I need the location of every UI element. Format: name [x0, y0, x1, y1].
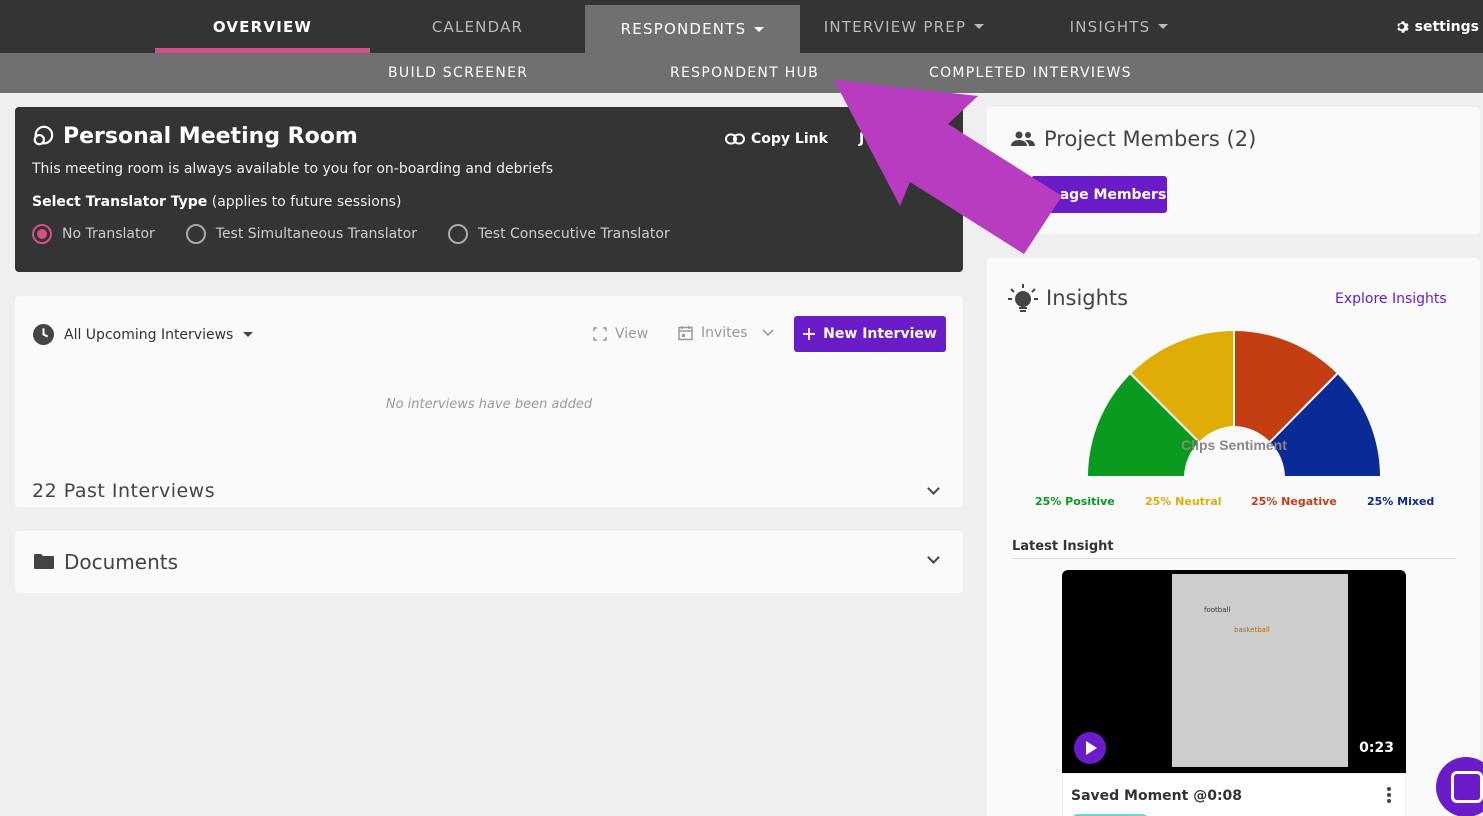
calendar-icon: [678, 326, 693, 341]
chevron-down-icon: [1158, 24, 1169, 29]
view-label: View: [615, 326, 649, 342]
explore-insights-link[interactable]: Explore Insights: [1335, 291, 1447, 307]
sub-nav: BUILD SCREENER RESPONDENT HUB COMPLETED …: [0, 53, 1483, 93]
gauge-label: Clips Sentiment: [1181, 437, 1287, 453]
subnav-completed-interviews[interactable]: COMPLETED INTERVIEWS: [929, 53, 1132, 93]
chevron-down-icon: [243, 332, 254, 337]
tab-respondents[interactable]: RESPONDENTS: [585, 5, 800, 53]
meeting-room-title: Personal Meeting Room: [63, 124, 358, 149]
meeting-room-card: Personal Meeting Room Copy Link J This m…: [15, 107, 963, 272]
people-icon: [1011, 131, 1035, 146]
manage-members-label: age Members: [1059, 186, 1167, 203]
translator-type-label: Select Translator Type (applies to futur…: [32, 194, 401, 210]
subnav-build-screener[interactable]: BUILD SCREENER: [388, 53, 528, 93]
play-icon[interactable]: [1074, 732, 1106, 764]
video-duration: 0:23: [1359, 740, 1394, 756]
lightbulb-icon: [1008, 284, 1038, 312]
saved-moment-card[interactable]: Saved Moment @0:08: [1062, 773, 1406, 816]
insight-video-player[interactable]: football basketball 0:23: [1062, 570, 1406, 773]
subnav-respondent-hub-label: RESPONDENT HUB: [670, 65, 820, 81]
radio-no-translator[interactable]: No Translator: [32, 224, 155, 244]
saved-moment-label: Saved Moment @0:08: [1071, 788, 1243, 804]
meeting-room-description: This meeting room is always available to…: [32, 161, 554, 177]
new-interview-label: New Interview: [823, 326, 937, 342]
translator-type-label-rest: (applies to future sessions): [207, 194, 402, 210]
video-word: basketball: [1234, 626, 1270, 634]
tab-overview-label: OVERVIEW: [212, 17, 313, 36]
tab-interview-prep[interactable]: INTERVIEW PREP: [800, 0, 1008, 53]
empty-interviews-message: No interviews have been added: [385, 397, 593, 412]
video-frame: football basketball: [1172, 574, 1348, 767]
documents-card[interactable]: Documents: [15, 531, 963, 593]
settings-button[interactable]: settings: [1396, 0, 1479, 53]
translator-type-label-bold: Select Translator Type: [32, 194, 208, 210]
radio-dot: [185, 224, 206, 244]
upcoming-filter-dropdown[interactable]: All Upcoming Interviews: [33, 324, 254, 345]
tab-respondents-label: RESPONDENTS: [620, 20, 747, 38]
chevron-down-icon: [762, 329, 774, 337]
radio-simultaneous-translator[interactable]: Test Simultaneous Translator: [185, 224, 417, 244]
chevron-down-icon: [754, 26, 765, 32]
translator-radio-group: No Translator Test Simultaneous Translat…: [32, 224, 701, 244]
settings-label: settings: [1414, 18, 1479, 35]
chat-launcher-icon[interactable]: [1436, 757, 1483, 816]
view-button[interactable]: View: [593, 326, 648, 342]
expand-icon: [593, 327, 607, 341]
more-options-icon[interactable]: [1387, 786, 1391, 804]
past-interviews-toggle[interactable]: 22 Past Interviews: [32, 480, 215, 502]
link-icon: [725, 133, 745, 145]
subnav-respondent-hub[interactable]: RESPONDENT HUB: [670, 53, 819, 93]
tab-calendar[interactable]: CALENDAR: [370, 0, 585, 53]
copy-link-button[interactable]: Copy Link: [725, 131, 828, 147]
radio-label: Test Simultaneous Translator: [215, 226, 417, 242]
invites-label: Invites: [701, 325, 748, 341]
copy-link-label: Copy Link: [751, 131, 828, 147]
upcoming-filter-label: All Upcoming Interviews: [64, 326, 234, 343]
latest-insight-label: Latest Insight: [1012, 539, 1456, 559]
tab-insights[interactable]: INSIGHTS: [1008, 0, 1230, 53]
new-interview-button[interactable]: New Interview: [794, 316, 946, 352]
tab-interview-prep-label: INTERVIEW PREP: [823, 17, 967, 36]
chevron-down-icon[interactable]: [927, 551, 940, 564]
subnav-build-screener-label: BUILD SCREENER: [388, 65, 529, 81]
radio-label: No Translator: [62, 226, 155, 242]
tab-overview[interactable]: OVERVIEW: [155, 0, 370, 53]
tab-insights-label: INSIGHTS: [1069, 17, 1151, 36]
video-word: football: [1204, 606, 1231, 614]
project-members-card: Project Members (2) age Members: [987, 107, 1480, 234]
radio-dot: [447, 224, 468, 244]
chat-icon: [33, 125, 54, 146]
project-members-title: Project Members (2): [1044, 127, 1257, 151]
sentiment-gauge: Clips Sentiment: [1085, 328, 1383, 478]
legend-neutral: 25% Neutral: [1145, 495, 1222, 508]
top-nav: OVERVIEW CALENDAR RESPONDENTS INTERVIEW …: [0, 0, 1483, 53]
manage-members-button[interactable]: age Members: [1031, 176, 1167, 213]
radio-consecutive-translator[interactable]: Test Consecutive Translator: [447, 224, 670, 244]
radio-dot: [32, 224, 52, 244]
legend-positive: 25% Positive: [1035, 495, 1115, 508]
clock-icon: [33, 324, 54, 345]
folder-icon: [34, 554, 54, 569]
radio-label: Test Consecutive Translator: [477, 226, 670, 242]
join-button[interactable]: J: [859, 131, 864, 147]
subnav-completed-interviews-label: COMPLETED INTERVIEWS: [929, 65, 1132, 81]
legend-mixed: 25% Mixed: [1367, 495, 1435, 508]
plus-icon: [803, 328, 816, 340]
documents-title: Documents: [64, 550, 179, 574]
chevron-down-icon[interactable]: [927, 482, 940, 495]
invites-dropdown[interactable]: Invites: [678, 325, 774, 341]
insights-title: Insights: [1046, 286, 1129, 310]
tab-calendar-label: CALENDAR: [431, 17, 524, 36]
chevron-down-icon: [974, 24, 985, 29]
interviews-card: All Upcoming Interviews View Invites New…: [15, 296, 963, 507]
legend-negative: 25% Negative: [1251, 495, 1337, 508]
insights-card: Insights Explore Insights Clips Sentimen…: [987, 258, 1480, 816]
gear-icon: [1396, 20, 1409, 33]
